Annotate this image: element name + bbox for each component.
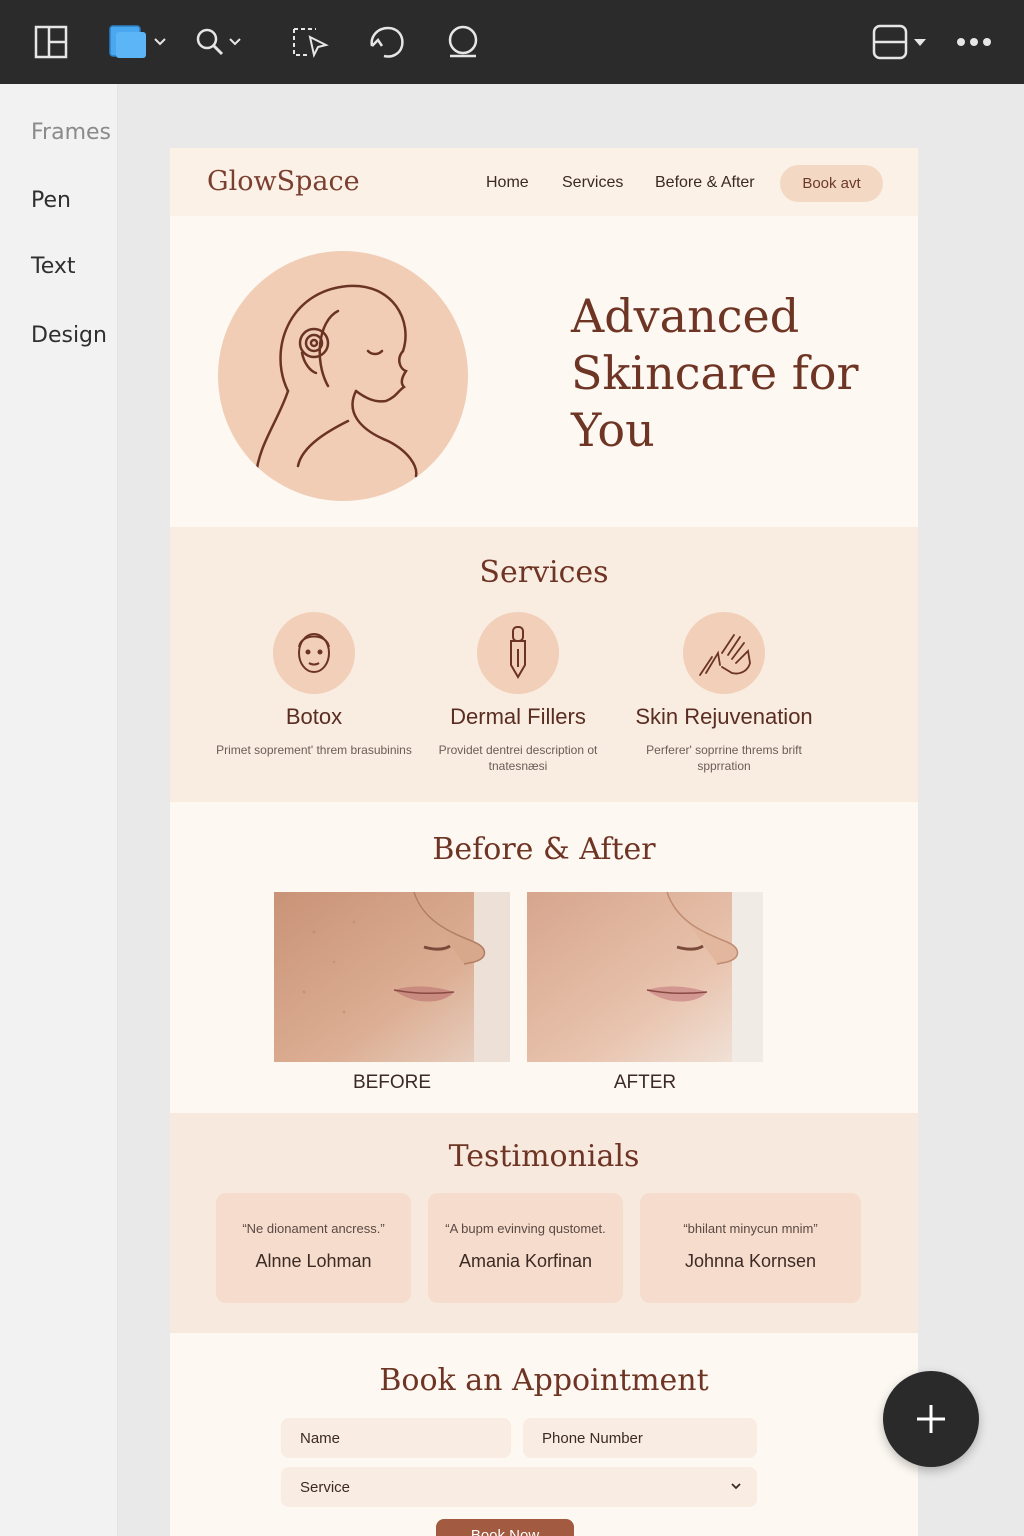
- testimonial-quote: “A bupm evinving qustomet.: [445, 1221, 606, 1236]
- hero-title: Advanced Skincare for You: [571, 289, 859, 457]
- left-panel: Frames Pen Text Design: [0, 84, 118, 1536]
- phone-field[interactable]: Phone Number: [523, 1418, 757, 1458]
- services-section: Services Botox Primet soprement' threm b…: [170, 527, 918, 802]
- name-field[interactable]: Name: [281, 1418, 511, 1458]
- service-name: Botox: [285, 704, 343, 729]
- testimonials-heading: Testimonials: [448, 1139, 640, 1174]
- woman-profile-illustration: [218, 251, 468, 501]
- app-toolbar: [0, 0, 1024, 84]
- services-heading: Services: [479, 555, 609, 590]
- select-tool-icon[interactable]: [288, 16, 332, 68]
- service-description: Providet dentrei description ot tnatesnæ…: [438, 743, 598, 773]
- before-label: BEFORE: [352, 1072, 432, 1093]
- service-card[interactable]: Skin Rejuvenation Perferer' soprrine thr…: [624, 612, 824, 774]
- service-description: Primet soprement' threm brasubinins: [216, 743, 412, 757]
- nav-link-home[interactable]: Home: [486, 174, 529, 192]
- service-name: Dermal Fillers: [450, 704, 586, 729]
- plus-icon: [917, 1405, 945, 1433]
- site-logo[interactable]: GlowSpace: [207, 166, 360, 197]
- panel-item-frames[interactable]: Frames: [31, 120, 111, 145]
- zoom-icon[interactable]: [190, 16, 246, 68]
- nav-book-button[interactable]: Book avt: [780, 165, 883, 202]
- service-card[interactable]: Dermal Fillers Providet dentrei descript…: [418, 612, 618, 774]
- add-button[interactable]: [883, 1371, 979, 1467]
- face-icon: [273, 612, 355, 694]
- frame-tool-icon[interactable]: [104, 16, 168, 68]
- more-icon[interactable]: [954, 16, 994, 68]
- hero-section: Advanced Skincare for You: [170, 216, 918, 527]
- after-label: AFTER: [613, 1072, 677, 1093]
- panel-item-text[interactable]: Text: [31, 254, 76, 279]
- panel-item-pen[interactable]: Pen: [31, 188, 71, 213]
- panel-toggle-icon[interactable]: [864, 16, 934, 68]
- service-card[interactable]: Botox Primet soprement' threm brasubinin…: [214, 612, 414, 758]
- nav-link-before-after[interactable]: Before & After: [655, 174, 755, 192]
- before-after-heading: Before & After: [432, 832, 656, 867]
- hands-icon: [683, 612, 765, 694]
- testimonial-author: Johnna Kornsen: [684, 1251, 817, 1271]
- testimonial-quote: “Ne dionament ancress.”: [242, 1221, 385, 1236]
- comment-icon[interactable]: [442, 16, 484, 68]
- service-name: Skin Rejuvenation: [635, 704, 813, 729]
- booking-section: Book an Appointment Name Phone Number Se…: [170, 1333, 918, 1536]
- service-select[interactable]: Service: [281, 1467, 757, 1507]
- chevron-down-icon: [154, 38, 166, 46]
- testimonial-author: Alnne Lohman: [255, 1251, 372, 1271]
- after-photo: [527, 892, 763, 1062]
- testimonial-quote: “bhilant minycun mnim”: [683, 1221, 818, 1236]
- testimonials-section: Testimonials “Ne dionament ancress.” Aln…: [170, 1113, 918, 1333]
- service-select-label: Service: [300, 1478, 351, 1496]
- book-now-button[interactable]: Book Now: [436, 1519, 574, 1536]
- hand-tool-icon[interactable]: [364, 16, 408, 68]
- site-header: GlowSpace Home Services Before & After B…: [170, 148, 918, 216]
- testimonial-card: “A bupm evinving qustomet. Amania Korfin…: [428, 1193, 623, 1303]
- artboard-frame[interactable]: GlowSpace Home Services Before & After B…: [170, 148, 918, 1536]
- nav-link-services[interactable]: Services: [562, 174, 623, 192]
- panel-item-design[interactable]: Design: [31, 323, 107, 348]
- testimonial-card: “Ne dionament ancress.” Alnne Lohman: [216, 1193, 411, 1303]
- testimonial-card: “bhilant minycun mnim” Johnna Kornsen: [640, 1193, 861, 1303]
- booking-heading: Book an Appointment: [379, 1363, 709, 1398]
- testimonial-author: Amania Korfinan: [458, 1251, 593, 1271]
- service-description: Perferer' soprrine threms brift spprrati…: [646, 743, 802, 773]
- dropper-icon: [477, 612, 559, 694]
- before-photo: [274, 892, 510, 1062]
- chevron-down-icon: [731, 1483, 741, 1490]
- layout-icon[interactable]: [30, 16, 72, 68]
- before-after-section: Before & After BEFORE AFTER: [170, 802, 918, 1113]
